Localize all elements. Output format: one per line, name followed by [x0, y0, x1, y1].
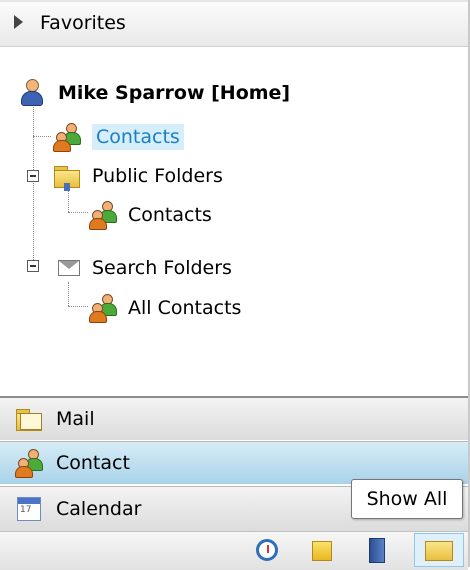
folder-icon: [425, 541, 453, 561]
tree-item-all-contacts[interactable]: All Contacts: [88, 291, 241, 325]
nav-calendar-label: Calendar: [56, 498, 142, 520]
search-folders-label: Search Folders: [92, 257, 232, 279]
journal-icon: [369, 538, 385, 563]
contacts-icon: [88, 200, 118, 230]
tree-connector: [33, 136, 51, 137]
notes-icon: [312, 541, 332, 561]
favorites-label: Favorites: [40, 12, 126, 34]
tree-item-public-folders[interactable]: Public Folders: [52, 159, 223, 193]
tree-item-search-folders[interactable]: Search Folders: [52, 251, 232, 285]
contacts-icon: [88, 293, 118, 323]
collapse-public-folders-button[interactable]: [27, 170, 39, 182]
folder-tree: Mike Sparrow [Home] Contacts Public Fold…: [0, 66, 468, 396]
tree-item-contacts[interactable]: Contacts: [52, 120, 184, 154]
calendar-icon-day: 17: [20, 505, 32, 515]
nav-button-mail[interactable]: Mail: [0, 396, 468, 440]
contacts-label: Contacts: [92, 124, 184, 150]
public-contacts-label: Contacts: [128, 204, 212, 226]
nav-pane-toolbar: [0, 531, 468, 570]
nav-mail-label: Mail: [56, 408, 95, 430]
favorites-header[interactable]: Favorites: [0, 0, 468, 47]
tree-item-mailbox-root[interactable]: Mike Sparrow [Home]: [18, 76, 290, 110]
clock-icon: [256, 539, 278, 561]
search-folder-icon: [52, 253, 82, 283]
nav-contact-label: Contact: [56, 452, 130, 474]
collapse-search-folders-button[interactable]: [27, 260, 39, 272]
tree-connector: [68, 212, 88, 213]
folder-list-button[interactable]: [414, 533, 464, 567]
public-folders-label: Public Folders: [92, 165, 223, 187]
notes-button[interactable]: [305, 535, 339, 567]
tree-connector: [68, 282, 69, 306]
tree-connector: [68, 190, 69, 212]
tree-connector: [68, 306, 88, 307]
public-folder-icon: [52, 161, 82, 191]
tooltip-text: Show All: [366, 488, 448, 510]
contacts-icon: [52, 122, 82, 152]
navigation-pane: Favorites Mike Sparrow [Home] Contacts P…: [0, 0, 470, 570]
triangle-right-icon[interactable]: [14, 15, 23, 29]
contacts-icon: [14, 448, 44, 478]
mailbox-root-label: Mike Sparrow [Home]: [58, 82, 291, 104]
show-all-tooltip: Show All: [351, 479, 463, 519]
nav-button-contact[interactable]: Contact: [0, 441, 468, 484]
tree-item-public-contacts[interactable]: Contacts: [88, 198, 212, 232]
mail-folder-icon: [14, 404, 44, 434]
calendar-icon: 17: [14, 494, 44, 524]
tasks-button[interactable]: [250, 535, 284, 567]
all-contacts-label: All Contacts: [128, 297, 242, 319]
person-icon: [18, 78, 48, 108]
tree-connector: [33, 100, 34, 270]
journal-button[interactable]: [360, 535, 394, 567]
